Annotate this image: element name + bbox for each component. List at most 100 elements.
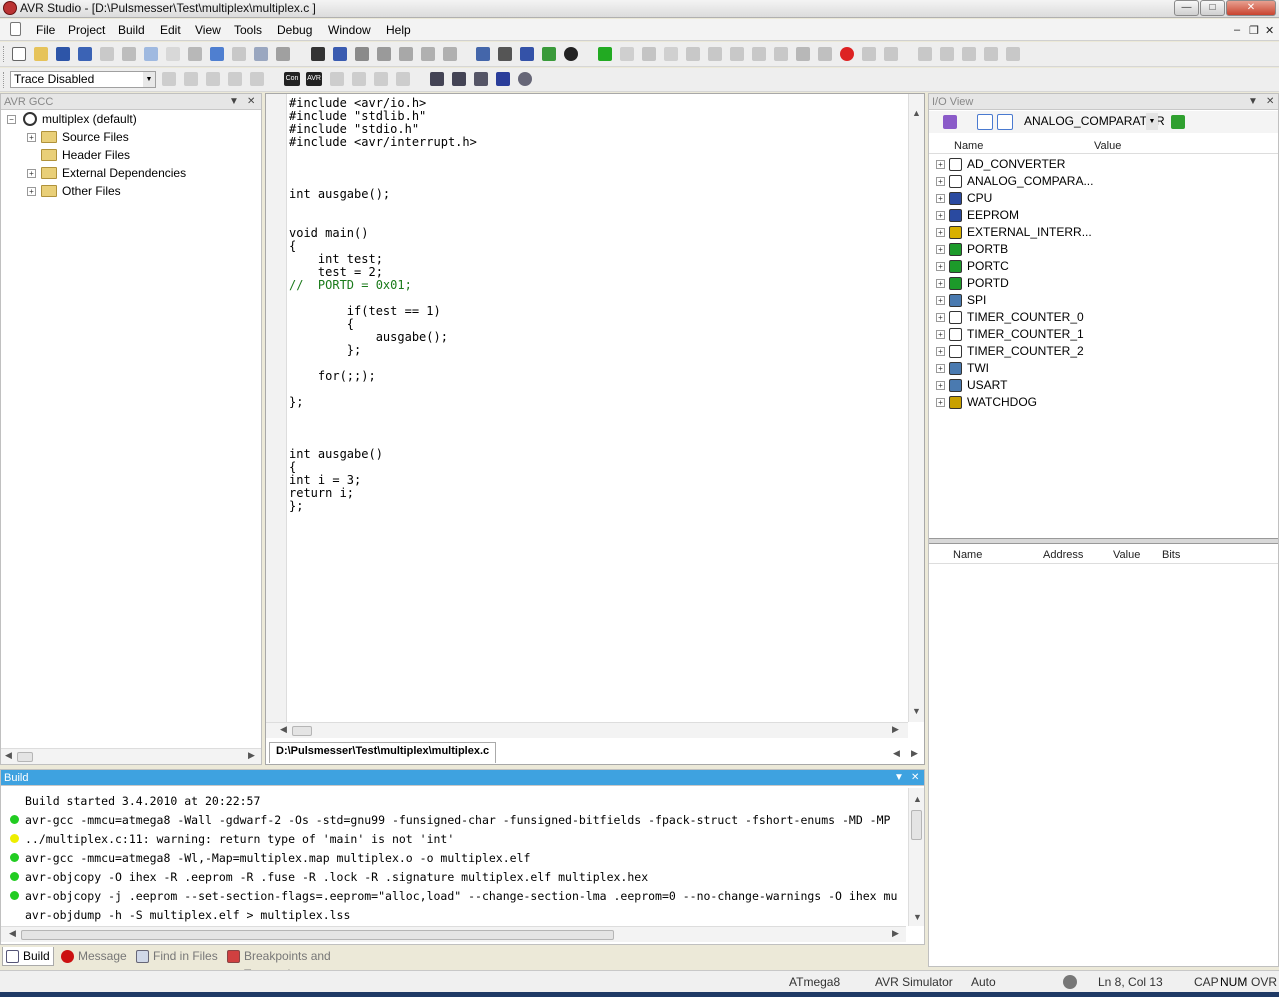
save-all-icon[interactable] — [78, 47, 92, 61]
collapse-icon[interactable]: − — [7, 115, 16, 124]
window-icon[interactable] — [254, 47, 268, 61]
tab-message[interactable]: Message — [58, 947, 128, 966]
tab-build[interactable]: Build — [2, 947, 54, 966]
go-arrow-icon[interactable] — [1171, 115, 1185, 129]
chip-icon[interactable] — [330, 72, 344, 86]
menu-build[interactable]: Build — [118, 23, 145, 37]
expand-icon[interactable]: + — [936, 364, 945, 373]
expand-icon[interactable]: + — [936, 381, 945, 390]
code-editor[interactable]: #include <avr/io.h> #include "stdlib.h" #i… — [265, 93, 925, 765]
tree-item-external-dependencies[interactable]: + External Dependencies — [25, 164, 255, 182]
horizontal-scrollbar[interactable]: ◀ ▶ — [1, 926, 906, 942]
program-icon[interactable] — [520, 47, 534, 61]
column-header-name[interactable]: Name — [954, 140, 983, 152]
scrollbar-thumb[interactable] — [911, 810, 922, 840]
close-icon[interactable]: ✕ — [247, 94, 255, 110]
scroll-left-icon[interactable]: ◀ — [9, 928, 16, 939]
io-module-item[interactable]: + PORTD — [929, 275, 1269, 292]
scrollbar-thumb[interactable] — [21, 930, 614, 940]
minimize-button[interactable]: — — [1174, 0, 1199, 16]
tree-item-header-files[interactable]: Header Files — [25, 146, 255, 164]
vertical-scrollbar[interactable]: ▲ ▼ — [908, 94, 924, 722]
io-module-item[interactable]: + TIMER_COUNTER_2 — [929, 343, 1269, 360]
scroll-left-icon[interactable]: ◀ — [280, 724, 287, 735]
expand-icon[interactable]: + — [936, 347, 945, 356]
scroll-down-icon[interactable]: ▼ — [912, 706, 921, 716]
menu-help[interactable]: Help — [386, 23, 411, 37]
chevron-down-icon[interactable]: ▼ — [894, 770, 904, 786]
rebuild-icon[interactable] — [498, 47, 512, 61]
step-out-icon[interactable] — [752, 47, 766, 61]
io-module-item[interactable]: + AD_CONVERTER — [929, 156, 1269, 173]
column-header-value[interactable]: Value — [1094, 140, 1121, 152]
sim-step-icon[interactable] — [452, 72, 466, 86]
con-icon[interactable]: Con — [284, 72, 300, 86]
trace-down-icon[interactable] — [228, 72, 242, 86]
horizontal-scrollbar[interactable]: ◀ ▶ — [1, 748, 261, 764]
show-next-icon[interactable] — [686, 47, 700, 61]
cross-icon[interactable] — [496, 72, 510, 86]
breakpoint-icon[interactable] — [840, 47, 854, 61]
trace-tool-icon[interactable] — [162, 72, 176, 86]
outdent-icon[interactable] — [443, 47, 457, 61]
list-view-icon[interactable] — [997, 114, 1013, 130]
memory-icon[interactable] — [940, 47, 954, 61]
menu-edit[interactable]: Edit — [160, 23, 181, 37]
build-output[interactable]: Build started 3.4.2010 at 20:22:57 avr-gc… — [1, 788, 906, 926]
expand-icon[interactable]: + — [27, 133, 36, 142]
copy-icon[interactable] — [144, 47, 158, 61]
mdi-restore-button[interactable]: ❐ — [1249, 24, 1259, 37]
step-over-icon[interactable] — [730, 47, 744, 61]
vertical-scrollbar[interactable]: ▲ ▼ — [908, 788, 924, 926]
menu-debug[interactable]: Debug — [277, 23, 312, 37]
io-module-item[interactable]: + PORTC — [929, 258, 1269, 275]
expand-icon[interactable]: + — [936, 245, 945, 254]
expand-icon[interactable]: + — [936, 330, 945, 339]
detail-header-name[interactable]: Name — [953, 549, 982, 561]
probe-icon[interactable] — [352, 72, 366, 86]
trace-filter-icon[interactable] — [206, 72, 220, 86]
expand-icon[interactable]: + — [936, 160, 945, 169]
quickwatch-icon[interactable] — [818, 47, 832, 61]
expand-icon[interactable]: + — [27, 187, 36, 196]
expand-icon[interactable]: + — [936, 296, 945, 305]
connect-icon[interactable] — [564, 47, 578, 61]
file-tab[interactable]: D:\Pulsmesser\Test\multiplex\multiplex.c — [269, 742, 497, 763]
auto-icon[interactable] — [396, 72, 410, 86]
open-folder-icon[interactable] — [34, 47, 48, 61]
scroll-right-icon[interactable]: ▶ — [892, 928, 899, 939]
expand-icon[interactable]: + — [936, 177, 945, 186]
settings-icon[interactable] — [518, 72, 532, 86]
code-area[interactable]: #include <avr/io.h> #include "stdlib.h" #i… — [266, 97, 886, 717]
tab-find-in-files[interactable]: Find in Files — [133, 947, 221, 966]
run-to-cursor-icon[interactable] — [774, 47, 788, 61]
prev-bookmark-icon[interactable] — [399, 47, 413, 61]
io-module-item[interactable]: + TIMER_COUNTER_1 — [929, 326, 1269, 343]
maximize-button[interactable]: □ — [1200, 0, 1225, 16]
trace-clear-icon[interactable] — [184, 72, 198, 86]
io-module-item[interactable]: + SPI — [929, 292, 1269, 309]
io-module-item[interactable]: + TWI — [929, 360, 1269, 377]
split-handle[interactable] — [270, 95, 286, 105]
pause-icon[interactable] — [664, 47, 678, 61]
trace-icon[interactable] — [884, 47, 898, 61]
horizontal-scrollbar[interactable]: ◀ ▶ — [266, 722, 908, 738]
io-filter-icon[interactable] — [943, 115, 957, 129]
indent-icon[interactable] — [421, 47, 435, 61]
toolbar-grip[interactable] — [3, 46, 6, 62]
qt-icon[interactable] — [542, 47, 556, 61]
stack-icon[interactable] — [474, 72, 488, 86]
menu-tools[interactable]: Tools — [234, 23, 262, 37]
probe-branch-icon[interactable] — [374, 72, 388, 86]
scroll-up-icon[interactable]: ▲ — [913, 794, 922, 804]
save-icon[interactable] — [56, 47, 70, 61]
io-module-select[interactable]: ANALOG_COMPARATOR ▼ — [1020, 113, 1165, 130]
tab-scroll-right-icon[interactable]: ▶ — [911, 748, 918, 759]
chevron-down-icon[interactable]: ▼ — [1248, 94, 1258, 110]
print-icon[interactable] — [100, 47, 114, 61]
windows-icon[interactable] — [276, 47, 290, 61]
expand-icon[interactable]: + — [936, 313, 945, 322]
io-module-item[interactable]: + TIMER_COUNTER_0 — [929, 309, 1269, 326]
close-icon[interactable]: ✕ — [911, 770, 919, 786]
expand-icon[interactable]: + — [936, 279, 945, 288]
